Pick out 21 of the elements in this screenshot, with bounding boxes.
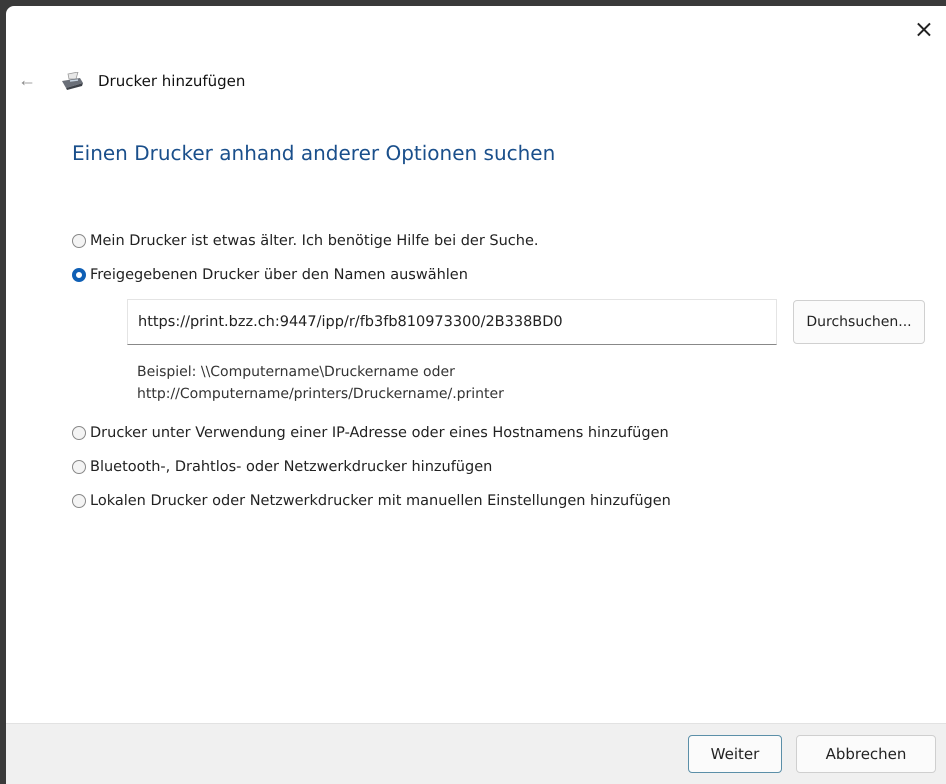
dialog-button[interactable]: Weiter	[688, 735, 782, 773]
printer-icon	[60, 72, 84, 90]
radio-button[interactable]	[72, 460, 86, 474]
back-button[interactable]: ←	[18, 70, 46, 91]
radio-button[interactable]	[72, 426, 86, 440]
radio-button[interactable]	[72, 494, 86, 508]
radio-option[interactable]: Bluetooth-, Drahtlos- oder Netzwerkdrucker hinzufügen	[72, 459, 946, 475]
radio-option[interactable]: Lokalen Drucker oder Netzwerkdrucker mit manuellen Einstellungen hinzufügen	[72, 493, 946, 509]
close-button[interactable]: ×	[908, 16, 940, 42]
radio-button[interactable]	[72, 234, 86, 248]
browse-button[interactable]: Durchsuchen...	[793, 300, 925, 344]
radio-option[interactable]: Drucker unter Verwendung einer IP-Adresse oder eines Hostnamens hinzufügen	[72, 425, 946, 441]
example-text: Beispiel: \\Computername\Druckername oder	[137, 363, 456, 382]
printer-name-field[interactable]: https://print.bzz.ch:9447/ipp/r/fb3fb810973300/2B338BD0	[127, 299, 777, 345]
radio-button[interactable]	[72, 268, 86, 282]
radio-option[interactable]: Mein Drucker ist etwas älter. Ich benötige Hilfe bei der Suche.	[72, 233, 946, 249]
dialog-button[interactable]: Abbrechen	[796, 735, 936, 773]
window-title: Drucker hinzufügen	[98, 72, 246, 90]
radio-option[interactable]: Freigegebenen Drucker über den Namen auswählen	[72, 267, 946, 283]
example-text: http://Computername/printers/Druckername/.printer	[137, 385, 505, 404]
page-heading: Einen Drucker anhand anderer Optionen suchen	[71, 140, 556, 165]
